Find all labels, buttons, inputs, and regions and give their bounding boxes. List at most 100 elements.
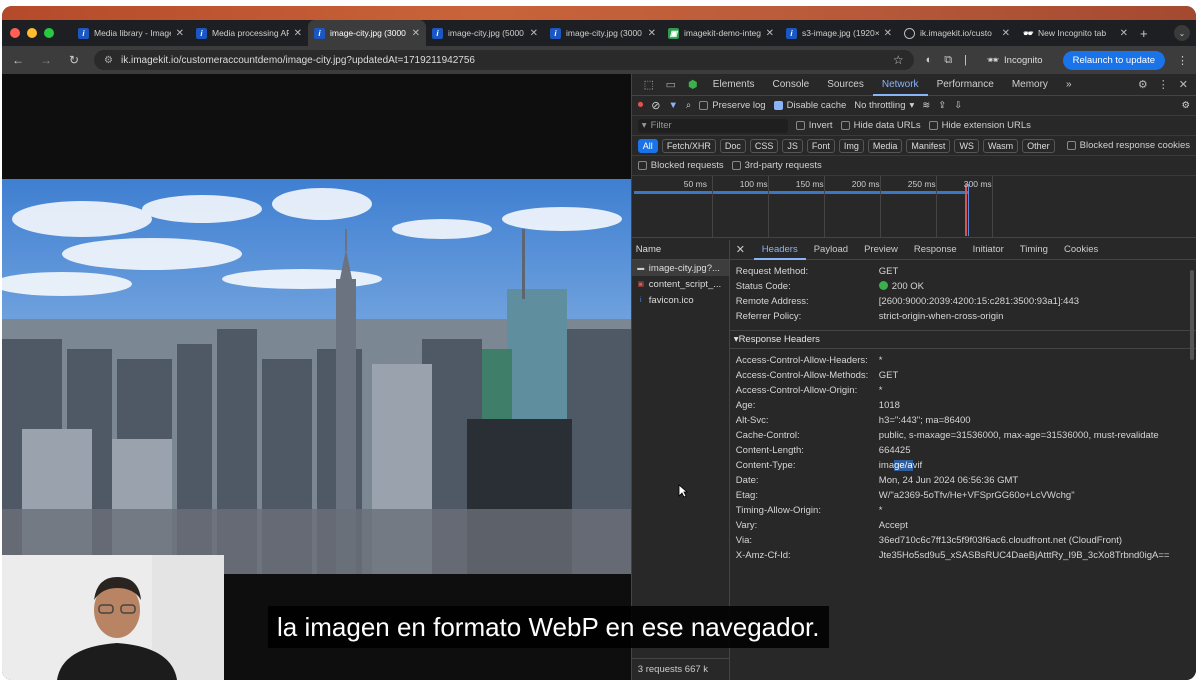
maximize-window-button[interactable]	[44, 28, 54, 38]
throttling-select[interactable]: No throttling ▾	[854, 100, 914, 111]
close-tab-icon[interactable]: ✕	[176, 28, 184, 39]
extensions-puzzle-icon[interactable]: ⧉	[944, 54, 952, 67]
type-filter-chip[interactable]: Wasm	[982, 138, 1019, 153]
detail-tab-payload[interactable]: Payload	[806, 240, 856, 260]
blocked-response-cookies-toggle[interactable]: Blocked response cookies	[1066, 140, 1190, 151]
inspect-element-icon[interactable]: ⬚	[638, 78, 660, 91]
tab-search-icon[interactable]: ⌄	[1174, 25, 1190, 41]
filter-funnel-icon[interactable]: ▼	[669, 100, 678, 111]
hide-data-urls-toggle[interactable]: Hide data URLs	[840, 120, 921, 131]
extension-icon[interactable]: ⬢	[682, 78, 704, 91]
clear-icon[interactable]: ⊘	[651, 99, 660, 112]
close-tab-icon[interactable]: ✕	[294, 28, 302, 39]
back-icon[interactable]: ←	[10, 53, 26, 67]
more-options-icon[interactable]: ⋮	[1158, 78, 1169, 91]
browser-tab[interactable]: i s3-image.jpg (1920× ✕	[780, 20, 898, 46]
type-filter-chip[interactable]: Font	[806, 138, 835, 153]
close-window-button[interactable]	[10, 28, 20, 38]
browser-tab[interactable]: i image-city.jpg (5000 ✕	[426, 20, 544, 46]
forward-icon[interactable]: →	[38, 53, 54, 67]
request-row[interactable]: ▣ content_script_...	[632, 276, 729, 292]
browser-tab[interactable]: 🕶 New Incognito tab ✕	[1016, 20, 1134, 46]
type-filter-chip[interactable]: WS	[954, 138, 979, 153]
type-filter-chip[interactable]: Fetch/XHR	[661, 138, 716, 153]
browser-tab[interactable]: i image-city.jpg (3000 ✕	[308, 20, 426, 46]
type-filter-chip[interactable]: Manifest	[906, 138, 951, 153]
device-toolbar-icon[interactable]: ▭	[660, 78, 682, 91]
preserve-log-toggle[interactable]: Preserve log	[699, 100, 766, 111]
type-filter-chip[interactable]: All	[637, 138, 658, 153]
record-icon[interactable]: ⏺	[638, 99, 644, 112]
search-icon[interactable]: ⌕	[686, 100, 691, 111]
blocked-requests-checkbox[interactable]	[637, 161, 647, 170]
browser-tab[interactable]: i Media processing AP ✕	[190, 20, 308, 46]
browser-tab[interactable]: ▣ imagekit-demo-integ ✕	[662, 20, 780, 46]
settings-gear-icon[interactable]: ⚙	[1138, 78, 1148, 91]
type-filter-chip[interactable]: Other	[1022, 138, 1055, 153]
name-column-header[interactable]: Name	[631, 240, 729, 260]
site-info-icon[interactable]: ⚙	[104, 55, 113, 66]
disable-cache-toggle[interactable]: Disable cache	[773, 100, 846, 111]
filter-input[interactable]: ▾ Filter	[637, 118, 788, 133]
import-har-icon[interactable]: ⇪	[938, 100, 946, 111]
blocked-response-cookies-checkbox[interactable]	[1066, 141, 1076, 150]
close-tab-icon[interactable]: ✕	[766, 28, 774, 39]
browser-tab[interactable]: i Media library - Image ✕	[72, 20, 190, 46]
detail-scrollbar[interactable]	[1190, 270, 1194, 360]
preserve-log-checkbox[interactable]	[699, 101, 709, 110]
type-filter-chip[interactable]: Media	[867, 138, 903, 153]
wifi-conditions-icon[interactable]: ≋	[922, 100, 930, 111]
devtools-tab-network[interactable]: Network	[872, 74, 928, 96]
hide-extension-urls-checkbox[interactable]	[928, 121, 938, 130]
network-settings-gear-icon[interactable]: ⚙	[1181, 100, 1190, 111]
detail-tab-initiator[interactable]: Initiator	[965, 240, 1012, 260]
address-bar[interactable]: ⚙ ik.imagekit.io/customeraccountdemo/ima…	[94, 50, 914, 70]
browser-menu-icon[interactable]: ⋮	[1177, 54, 1188, 67]
network-timeline[interactable]: 50 ms 100 ms 150 ms 200 ms 250 ms 300 ms	[631, 176, 1196, 238]
bookmark-star-icon[interactable]: ☆	[893, 53, 904, 67]
detail-tab-headers[interactable]: Headers	[753, 240, 806, 260]
detail-tab-preview[interactable]: Preview	[856, 240, 906, 260]
browser-tab[interactable]: i image-city.jpg (3000 ✕	[544, 20, 662, 46]
incognito-indicator[interactable]: 🕶 Incognito	[979, 55, 1051, 66]
devtools-tab-sources[interactable]: Sources	[818, 74, 873, 96]
close-tab-icon[interactable]: ✕	[1120, 28, 1128, 39]
minimize-window-button[interactable]	[27, 28, 37, 38]
type-filter-chip[interactable]: CSS	[749, 138, 779, 153]
close-devtools-icon[interactable]: ✕	[1179, 78, 1188, 91]
disable-cache-checkbox[interactable]	[773, 101, 783, 110]
type-filter-chip[interactable]: Img	[838, 138, 864, 153]
response-headers-section[interactable]: ▾Response Headers	[729, 330, 1196, 349]
invert-toggle[interactable]: Invert	[795, 120, 833, 131]
type-filter-chip[interactable]: JS	[782, 138, 803, 153]
close-tab-icon[interactable]: ✕	[412, 28, 420, 39]
detail-tab-timing[interactable]: Timing	[1012, 240, 1056, 260]
request-row[interactable]: ▬ image-city.jpg?...	[631, 260, 729, 276]
export-har-icon[interactable]: ⇩	[954, 100, 962, 111]
extension-icon[interactable]: ◐	[926, 54, 933, 66]
devtools-tab-elements[interactable]: Elements	[704, 74, 764, 96]
detail-tab-cookies[interactable]: Cookies	[1056, 240, 1106, 260]
hide-data-urls-checkbox[interactable]	[840, 121, 850, 130]
relaunch-button[interactable]: Relaunch to update	[1062, 50, 1165, 70]
more-tabs-button[interactable]: »	[1057, 74, 1081, 96]
devtools-tab-performance[interactable]: Performance	[928, 74, 1003, 96]
reload-icon[interactable]: ↻	[66, 53, 82, 67]
third-party-checkbox[interactable]	[731, 161, 741, 170]
devtools-tab-console[interactable]: Console	[763, 74, 818, 96]
request-row[interactable]: i favicon.ico	[632, 292, 729, 308]
close-tab-icon[interactable]: ✕	[1002, 28, 1010, 39]
close-detail-icon[interactable]: ✕	[736, 243, 754, 256]
invert-checkbox[interactable]	[795, 121, 805, 130]
close-tab-icon[interactable]: ✕	[530, 28, 538, 39]
detail-tab-response[interactable]: Response	[906, 240, 965, 260]
devtools-tab-memory[interactable]: Memory	[1003, 74, 1057, 96]
new-tab-button[interactable]: +	[1140, 26, 1148, 41]
type-filter-chip[interactable]: Doc	[719, 138, 746, 153]
third-party-toggle[interactable]: 3rd-party requests	[731, 160, 822, 171]
hide-extension-urls-toggle[interactable]: Hide extension URLs	[928, 120, 1031, 131]
close-tab-icon[interactable]: ✕	[884, 28, 892, 39]
close-tab-icon[interactable]: ✕	[648, 28, 656, 39]
browser-tab[interactable]: ik.imagekit.io/custo ✕	[898, 20, 1016, 46]
blocked-requests-toggle[interactable]: Blocked requests	[637, 160, 724, 171]
